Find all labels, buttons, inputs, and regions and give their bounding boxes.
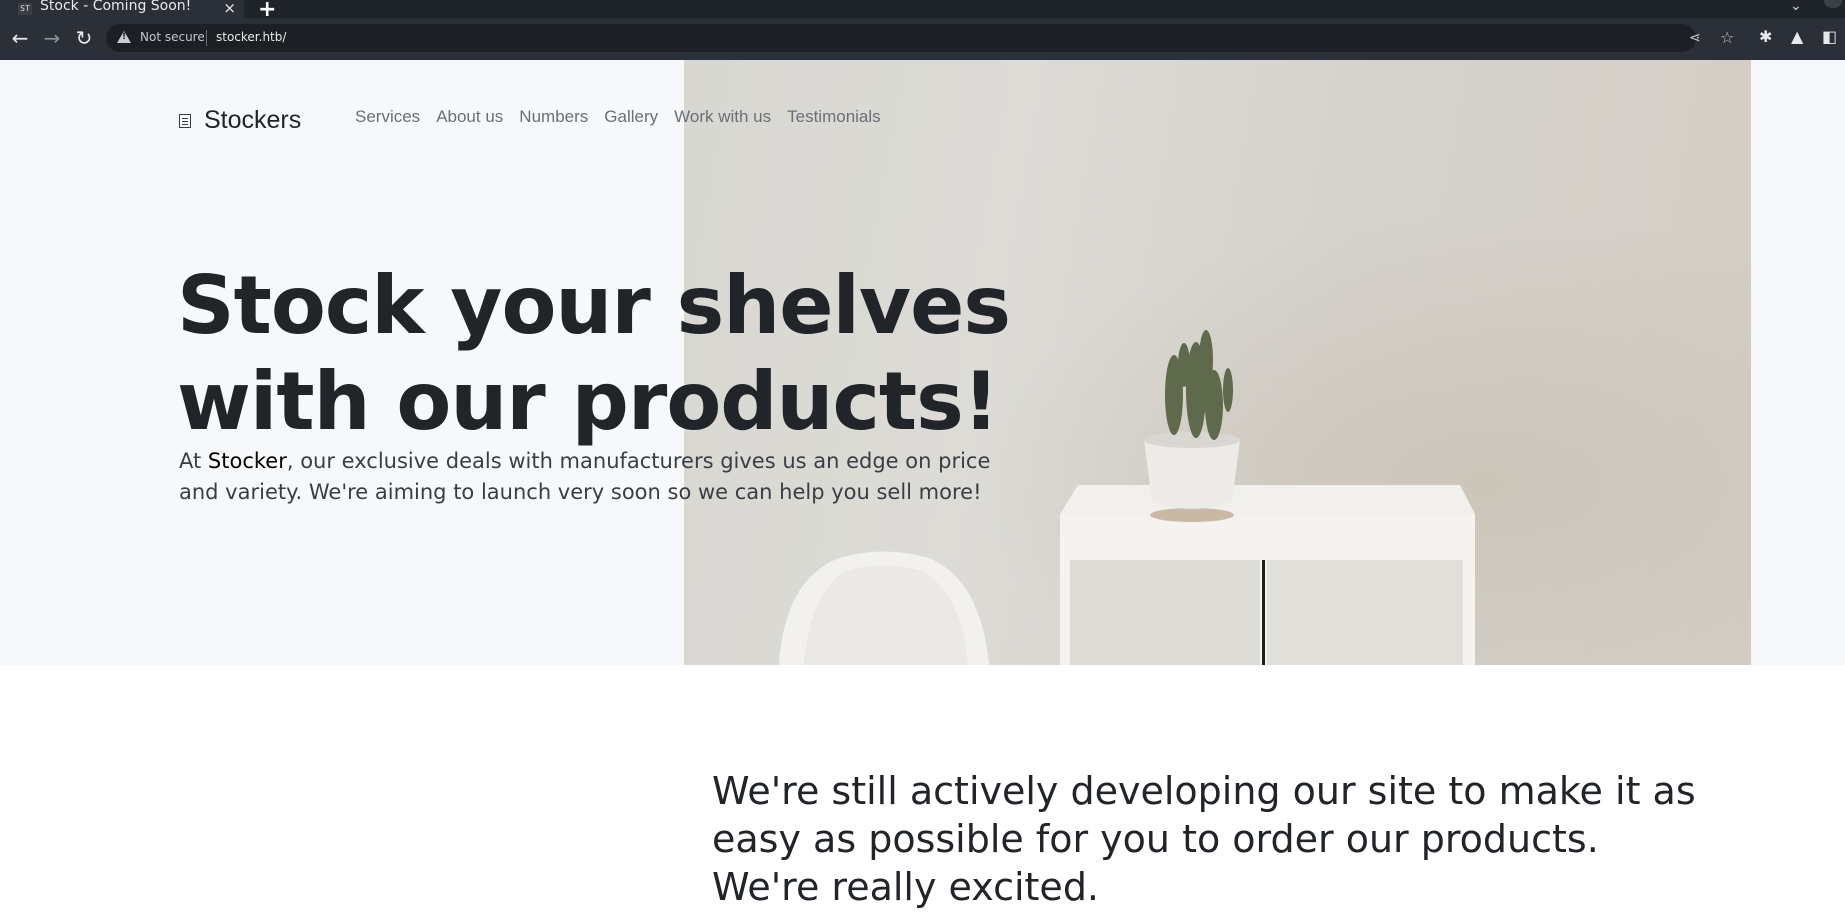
nav-link-testimonials[interactable]: Testimonials <box>787 106 881 128</box>
security-status[interactable]: Not secure <box>140 30 205 44</box>
tab-search-icon[interactable]: ⌄ <box>1790 0 1802 14</box>
hero-text-suffix: , our exclusive deals with manufacturers… <box>179 449 991 504</box>
address-divider <box>206 30 207 46</box>
hero-text-brand: Stocker <box>207 449 287 473</box>
browser-tab-active[interactable]: ST Stock - Coming Soon! × <box>0 0 244 18</box>
forward-arrow-icon[interactable]: → <box>40 26 64 50</box>
labs-icon[interactable]: ▲ <box>1791 27 1803 46</box>
reload-icon[interactable]: ↻ <box>72 26 96 50</box>
share-icon[interactable]: ⋖ <box>1689 30 1701 46</box>
hero-section: Stockers Services About us Numbers Galle… <box>0 60 1845 665</box>
nav-link-work-with-us[interactable]: Work with us <box>674 106 771 128</box>
development-lead-text: We're still actively developing our site… <box>712 769 1696 909</box>
browser-toolbar: ← → ↻ Not secure stocker.htb/ ⋖ ☆ ✱ ▲ ◧ <box>0 18 1845 60</box>
extensions-icon[interactable]: ✱ <box>1759 27 1772 46</box>
hero-description: At Stocker, our exclusive deals with man… <box>179 446 1019 508</box>
url-text[interactable]: stocker.htb/ <box>216 30 286 44</box>
nav-link-numbers[interactable]: Numbers <box>519 106 588 128</box>
browser-tab-strip: ST Stock - Coming Soon! × + ⌄ <box>0 0 1845 22</box>
hero-text-prefix: At <box>179 449 208 473</box>
tab-favicon-icon: ST <box>18 3 32 15</box>
address-bar[interactable]: Not secure stocker.htb/ ⋖ ☆ <box>106 24 1734 52</box>
profile-avatar[interactable] <box>1824 0 1842 8</box>
back-arrow-icon[interactable]: ← <box>8 26 32 50</box>
side-panel-icon[interactable]: ◧ <box>1822 27 1837 46</box>
nav-link-gallery[interactable]: Gallery <box>604 106 658 128</box>
nav-link-about-us[interactable]: About us <box>436 106 503 128</box>
brand-logo[interactable]: Stockers <box>179 106 301 135</box>
tab-title: Stock - Coming Soon! <box>40 0 192 14</box>
web-page: Stockers Services About us Numbers Galle… <box>0 60 1845 924</box>
hero-title: Stock your shelves with our products! <box>177 259 1011 448</box>
warning-icon[interactable] <box>117 31 131 43</box>
building-icon <box>179 113 191 128</box>
brand-name: Stockers <box>204 106 302 134</box>
tab-close-icon[interactable]: × <box>223 0 236 17</box>
star-icon[interactable]: ☆ <box>1720 28 1734 47</box>
nav-link-services[interactable]: Services <box>355 106 420 128</box>
main-nav: Services About us Numbers Gallery Work w… <box>355 106 897 128</box>
